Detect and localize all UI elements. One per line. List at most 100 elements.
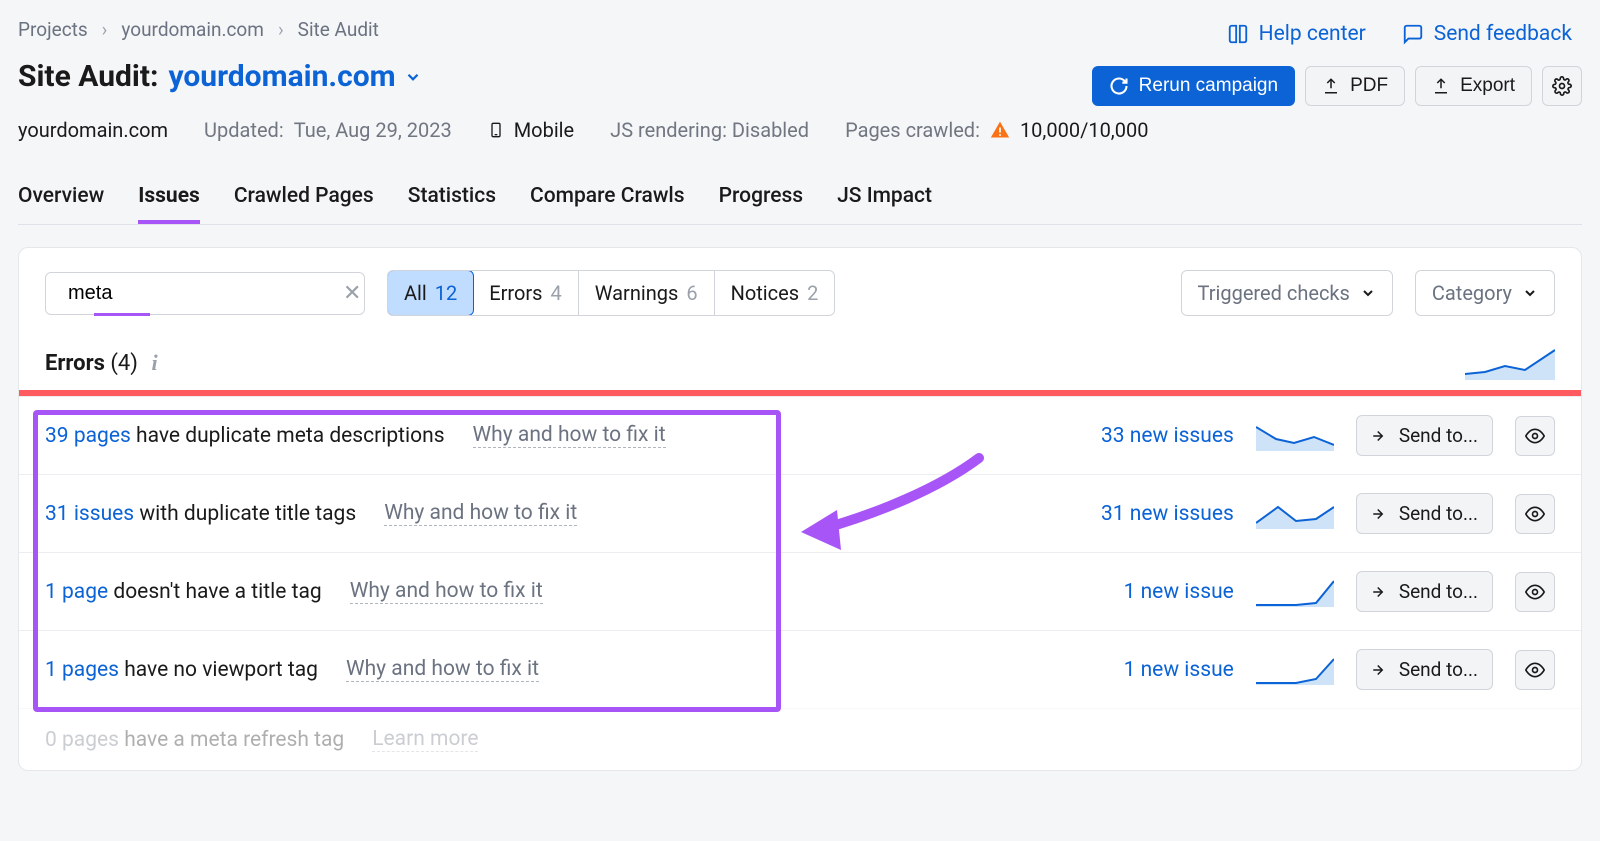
share-icon (1371, 505, 1389, 523)
send-to-button[interactable]: Send to... (1356, 649, 1493, 690)
issue-text: with duplicate title tags (134, 502, 356, 526)
tab-compare-crawls[interactable]: Compare Crawls (530, 184, 685, 224)
tab-progress[interactable]: Progress (719, 184, 803, 224)
filter-all[interactable]: All 12 (387, 270, 474, 316)
send-to-button[interactable]: Send to... (1356, 415, 1493, 456)
sparkline-icon (1256, 577, 1334, 607)
meta-mobile-label: Mobile (514, 118, 574, 142)
filter-errors-count: 4 (551, 281, 562, 305)
category-dropdown[interactable]: Category (1415, 270, 1555, 316)
chevron-down-icon (404, 68, 422, 86)
issue-row-faded: 0 pages have a meta refresh tag Learn mo… (19, 708, 1581, 770)
sparkline-icon (1256, 421, 1334, 451)
send-to-label: Send to... (1399, 502, 1478, 525)
gear-icon (1552, 76, 1572, 96)
tab-crawled-pages[interactable]: Crawled Pages (234, 184, 374, 224)
meta-updated: Updated: Tue, Aug 29, 2023 (204, 118, 452, 142)
send-feedback-label: Send feedback (1434, 22, 1572, 46)
send-to-label: Send to... (1399, 580, 1478, 603)
issue-count-link[interactable]: 39 pages (45, 424, 131, 448)
issue-text: have no viewport tag (119, 658, 318, 682)
view-button[interactable] (1515, 650, 1555, 690)
breadcrumb-item-domain[interactable]: yourdomain.com (121, 18, 264, 41)
filter-errors-label: Errors (489, 281, 542, 305)
triggered-checks-dropdown[interactable]: Triggered checks (1181, 270, 1393, 316)
send-to-button[interactable]: Send to... (1356, 571, 1493, 612)
upload-icon (1432, 77, 1450, 95)
settings-button[interactable] (1542, 66, 1582, 106)
issue-row: 31 issues with duplicate title tags Why … (19, 474, 1581, 552)
rerun-campaign-button[interactable]: Rerun campaign (1092, 66, 1295, 106)
filter-notices-count: 2 (807, 281, 818, 305)
sparkline-icon (1256, 499, 1334, 529)
filter-warnings-label: Warnings (595, 281, 679, 305)
meta-row: yourdomain.com Updated: Tue, Aug 29, 202… (18, 118, 1582, 142)
why-link[interactable]: Why and how to fix it (473, 423, 666, 448)
search-highlight (94, 313, 150, 316)
rerun-label: Rerun campaign (1139, 75, 1278, 97)
meta-updated-value: Tue, Aug 29, 2023 (294, 118, 452, 142)
tab-js-impact[interactable]: JS Impact (837, 184, 932, 224)
view-button[interactable] (1515, 572, 1555, 612)
domain-select[interactable]: yourdomain.com (168, 59, 421, 94)
eye-icon (1525, 582, 1545, 602)
meta-domain: yourdomain.com (18, 118, 168, 142)
filter-segments: All 12 Errors 4 Warnings 6 Notices 2 (387, 270, 835, 316)
why-link[interactable]: Why and how to fix it (384, 501, 577, 526)
send-to-button[interactable]: Send to... (1356, 493, 1493, 534)
filter-notices[interactable]: Notices 2 (715, 271, 835, 315)
new-issues-link[interactable]: 1 new issue (1124, 580, 1234, 604)
eye-icon (1525, 504, 1545, 524)
share-icon (1371, 583, 1389, 601)
issue-count-link[interactable]: 31 issues (45, 502, 134, 526)
meta-crawled-value: 10,000/10,000 (1020, 118, 1149, 142)
view-button[interactable] (1515, 416, 1555, 456)
breadcrumb-item-projects[interactable]: Projects (18, 18, 88, 41)
pdf-button[interactable]: PDF (1305, 66, 1405, 106)
info-icon[interactable]: i (151, 350, 157, 375)
mobile-icon (488, 119, 504, 141)
sparkline-icon (1256, 655, 1334, 685)
help-center-link[interactable]: Help center (1227, 22, 1366, 46)
send-feedback-link[interactable]: Send feedback (1402, 22, 1572, 46)
issue-count-link[interactable]: 1 page (45, 580, 108, 604)
issue-row: 39 pages have duplicate meta description… (19, 396, 1581, 474)
new-issues-link[interactable]: 33 new issues (1101, 424, 1234, 448)
warning-icon (990, 120, 1010, 140)
issue-text: have a meta refresh tag (119, 728, 344, 752)
tab-issues[interactable]: Issues (138, 184, 200, 224)
upload-icon (1322, 77, 1340, 95)
export-button[interactable]: Export (1415, 66, 1532, 106)
meta-js-label: JS rendering: (610, 118, 727, 142)
eye-icon (1525, 426, 1545, 446)
search-input[interactable] (68, 282, 333, 305)
issue-count-link[interactable]: 1 pages (45, 658, 119, 682)
chevron-down-icon (1522, 285, 1538, 301)
filter-all-label: All (404, 281, 427, 305)
view-button[interactable] (1515, 494, 1555, 534)
chevron-right-icon: › (102, 18, 108, 41)
issue-row: 1 pages have no viewport tag Why and how… (19, 630, 1581, 708)
filter-notices-label: Notices (731, 281, 799, 305)
eye-icon (1525, 660, 1545, 680)
tabs: Overview Issues Crawled Pages Statistics… (18, 184, 1582, 225)
why-link[interactable]: Learn more (372, 727, 478, 752)
meta-crawled-label: Pages crawled: (845, 118, 980, 142)
share-icon (1371, 661, 1389, 679)
why-link[interactable]: Why and how to fix it (350, 579, 543, 604)
search-box[interactable]: ✕ (45, 272, 365, 315)
why-link[interactable]: Why and how to fix it (346, 657, 539, 682)
tab-overview[interactable]: Overview (18, 184, 104, 224)
page-title: Site Audit: (18, 59, 158, 94)
chevron-right-icon: › (278, 18, 284, 41)
issue-count-link[interactable]: 0 pages (45, 728, 119, 752)
tab-statistics[interactable]: Statistics (408, 184, 496, 224)
new-issues-link[interactable]: 31 new issues (1101, 502, 1234, 526)
filter-errors[interactable]: Errors 4 (473, 271, 578, 315)
share-icon (1371, 427, 1389, 445)
new-issues-link[interactable]: 1 new issue (1124, 658, 1234, 682)
issue-text: have duplicate meta descriptions (131, 424, 445, 448)
clear-search-icon[interactable]: ✕ (343, 281, 361, 306)
filter-warnings[interactable]: Warnings 6 (579, 271, 715, 315)
feedback-icon (1402, 23, 1424, 45)
